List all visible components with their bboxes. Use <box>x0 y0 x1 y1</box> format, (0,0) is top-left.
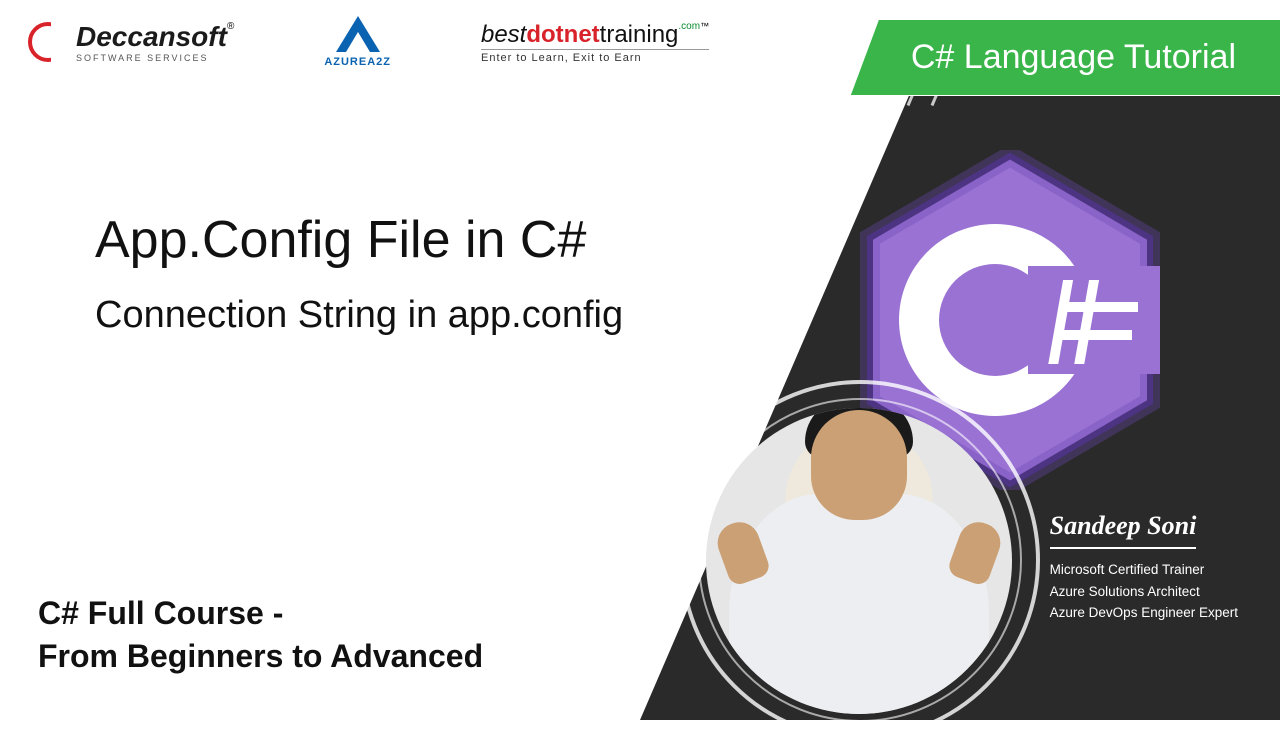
course-title: C# Full Course - From Beginners to Advan… <box>38 592 483 678</box>
bestdotnettraining-logo: bestdotnettraining.com™ Enter to Learn, … <box>481 21 709 64</box>
bdt-training: training <box>600 21 679 48</box>
deccansoft-tagline: SOFTWARE SERVICES <box>76 53 234 63</box>
trademark: ™ <box>700 21 709 31</box>
bdt-dotnet: dotnet <box>526 21 599 48</box>
azurea2z-logo: AZUREA2Z <box>324 16 391 68</box>
azurea2z-label: AZUREA2Z <box>324 56 391 68</box>
deccansoft-icon <box>28 22 68 62</box>
presenter-cred-2: Azure Solutions Architect <box>1050 581 1238 603</box>
logo-bar: Deccansoft® SOFTWARE SERVICES AZUREA2Z b… <box>28 16 709 68</box>
presenter-name: Sandeep Soni <box>1050 511 1197 549</box>
deccansoft-logo: Deccansoft® SOFTWARE SERVICES <box>28 21 234 63</box>
course-line2: From Beginners to Advanced <box>38 635 483 678</box>
course-line1: C# Full Course - <box>38 592 483 635</box>
registered-mark: ® <box>227 21 234 32</box>
thumbs-up-icon <box>946 517 1006 588</box>
presenter-cred-1: Microsoft Certified Trainer <box>1050 559 1238 581</box>
thumbs-up-icon <box>712 517 772 588</box>
bdt-tagline: Enter to Learn, Exit to Earn <box>481 49 709 64</box>
lesson-title: App.Config File in C# <box>95 210 623 270</box>
lesson-subtitle: Connection String in app.config <box>95 294 623 337</box>
tutorial-banner: C# Language Tutorial <box>851 20 1280 95</box>
presenter-info: Sandeep Soni Microsoft Certified Trainer… <box>1050 511 1238 624</box>
presenter-cred-3: Azure DevOps Engineer Expert <box>1050 602 1238 624</box>
azurea2z-icon <box>336 16 380 52</box>
deccansoft-name: Deccansoft <box>76 21 227 52</box>
main-titles: App.Config File in C# Connection String … <box>95 210 623 337</box>
bdt-com: .com <box>678 21 700 32</box>
bdt-best: best <box>481 21 526 48</box>
presenter-photo <box>706 408 1012 714</box>
